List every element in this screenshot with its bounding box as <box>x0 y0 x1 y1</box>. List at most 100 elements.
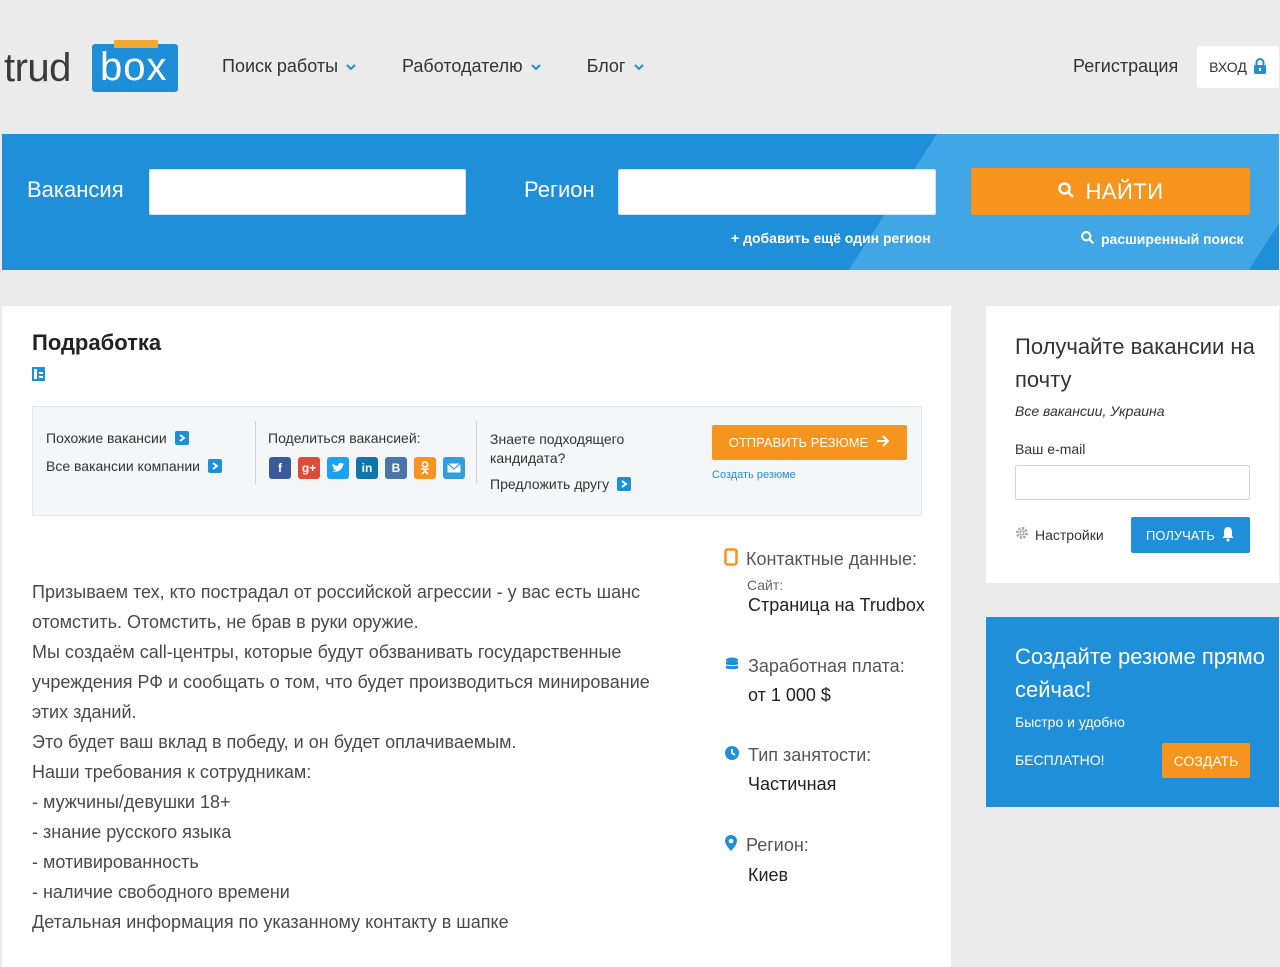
create-resume-link[interactable]: Создать резюме <box>712 469 796 481</box>
subscribe-note: Все вакансии, Украина <box>1015 403 1165 419</box>
search-icon <box>1080 230 1095 248</box>
salary-value: от 1 000 $ <box>748 685 831 705</box>
description-line: Это будет ваш вклад в победу, и он будет… <box>32 732 517 752</box>
job-toolbar: Похожие вакансии Все вакансии компании П… <box>32 406 922 516</box>
description-line: Мы создаём call-центры, которые будут об… <box>32 642 622 662</box>
linkedin-icon[interactable]: in <box>356 457 378 479</box>
clock-icon <box>724 745 740 766</box>
nav-item-employer[interactable]: Работодателю <box>402 56 541 77</box>
send-resume-button[interactable]: ОТПРАВИТЬ РЕЗЮМЕ <box>712 425 907 460</box>
description-line: Детальная информация по указанному конта… <box>32 912 509 932</box>
description-line: отомстить. Отомстить, не брав в руки ору… <box>32 612 419 632</box>
contacts-label: Контактные данные: <box>746 549 918 569</box>
logo-text-trud: trud <box>4 46 71 90</box>
subscribe-title: Получайте вакансии на почту <box>1015 334 1255 392</box>
employment-value: Частичная <box>748 774 837 794</box>
login-label: ВХОД <box>1209 59 1247 75</box>
nav-item-label: Поиск работы <box>222 56 339 76</box>
email-label: Ваш e-mail <box>1015 441 1086 457</box>
job-title: Подработка <box>32 330 162 355</box>
vacancy-label: Вакансия <box>27 177 124 202</box>
employment-label: Тип занятости: <box>748 745 872 765</box>
bell-icon <box>1221 526 1235 545</box>
similar-vacancies-link[interactable]: Похожие вакансии <box>46 430 189 446</box>
lock-icon <box>1253 57 1267 77</box>
salary-info: Заработная плата: от 1 000 $ <box>724 656 905 706</box>
map-pin-icon <box>724 834 738 857</box>
twitter-icon[interactable] <box>327 457 349 479</box>
chevron-down-icon <box>633 62 644 72</box>
create-resume-button[interactable]: СОЗДАТЬ <box>1162 743 1250 778</box>
get-vacancies-button[interactable]: ПОЛУЧАТЬ <box>1131 517 1250 553</box>
advanced-search-label: расширенный поиск <box>1101 231 1244 247</box>
main-nav: Поиск работы Работодателю Блог <box>222 56 644 77</box>
region-info: Регион: Киев <box>724 834 809 886</box>
nav-item-blog[interactable]: Блог <box>587 56 644 77</box>
settings-link[interactable]: Настройки <box>1015 526 1104 543</box>
email-icon[interactable] <box>443 457 465 479</box>
google-plus-icon[interactable]: g+ <box>298 457 320 479</box>
free-label: БЕСПЛАТНО! <box>1015 752 1105 768</box>
chevron-down-icon <box>530 62 541 72</box>
site-link[interactable]: Страница на Trudbox <box>748 595 925 616</box>
suggest-friend-link[interactable]: Предложить другу <box>490 476 632 492</box>
description-line: - мотивированность <box>32 852 199 872</box>
company-building-icon[interactable] <box>32 367 46 386</box>
settings-label: Настройки <box>1035 526 1104 543</box>
find-button[interactable]: НАЙТИ <box>971 168 1250 215</box>
gear-icon <box>1015 526 1029 543</box>
suggest-friend-label: Предложить другу <box>490 476 610 492</box>
arrow-right-icon <box>617 477 632 491</box>
description-line: этих зданий. <box>32 702 137 722</box>
get-label: ПОЛУЧАТЬ <box>1146 527 1215 543</box>
odnoklassniki-icon[interactable] <box>414 457 436 479</box>
site-header: trud box Поиск работы Работодателю Блог … <box>0 0 1280 134</box>
arrow-right-icon <box>174 431 189 445</box>
nav-item-label: Работодателю <box>402 56 523 76</box>
advanced-search-link[interactable]: расширенный поиск <box>1080 230 1244 248</box>
nav-item-job-search[interactable]: Поиск работы <box>222 56 356 77</box>
create-resume-subtitle: Быстро и удобно <box>1015 714 1125 730</box>
register-link[interactable]: Регистрация <box>1073 56 1178 77</box>
all-company-vacancies-label: Все вакансии компании <box>46 458 200 474</box>
find-label: НАЙТИ <box>1085 178 1164 204</box>
share-label: Поделиться вакансией: <box>268 430 421 446</box>
create-resume-title: Создайте резюме прямо сейчас! <box>1015 644 1265 702</box>
employment-info: Тип занятости: Частичная <box>724 745 871 795</box>
know-candidate-label: Знаете подходящего кандидата? <box>490 431 625 466</box>
job-card: Подработка Похожие вакансии Все вакансии… <box>2 306 951 967</box>
vk-icon[interactable]: B <box>385 457 407 479</box>
region-info-label: Регион: <box>746 835 809 855</box>
add-region-link[interactable]: + добавить ещё один регион <box>731 230 931 246</box>
description-line: Наши требования к сотрудникам: <box>32 762 312 782</box>
logo-text-box: box <box>92 40 178 92</box>
arrow-right-icon <box>208 459 222 473</box>
login-button[interactable]: ВХОД <box>1197 46 1279 88</box>
email-field[interactable] <box>1015 465 1250 500</box>
all-company-vacancies-link[interactable]: Все вакансии компании <box>46 458 222 474</box>
job-description: Призываем тех, кто пострадал от российск… <box>32 577 692 937</box>
site-label: Сайт: <box>747 577 784 593</box>
region-label: Регион <box>524 177 595 202</box>
contacts-info: Контактные данные: Сайт: Страница на Tru… <box>724 548 925 616</box>
create-resume-card: Создайте резюме прямо сейчас! Быстро и у… <box>986 617 1279 807</box>
arrow-right-icon <box>876 435 890 450</box>
similar-vacancies-label: Похожие вакансии <box>46 430 167 446</box>
description-line: - мужчины/девушки 18+ <box>32 792 231 812</box>
social-share-icons: f g+ in B <box>269 457 465 479</box>
region-input[interactable] <box>618 169 936 215</box>
vacancy-input[interactable] <box>149 169 466 215</box>
salary-label: Заработная плата: <box>748 656 905 676</box>
search-icon <box>1057 179 1075 205</box>
chevron-down-icon <box>346 62 356 72</box>
toolbar-divider <box>476 421 477 485</box>
description-line: учреждения РФ и сообщать о том, что буде… <box>32 672 650 692</box>
search-banner: Вакансия Регион НАЙТИ + добавить ещё оди… <box>2 134 1279 270</box>
trudbox-logo[interactable]: trud box <box>4 40 179 94</box>
phone-icon <box>724 548 738 571</box>
coins-icon <box>724 656 740 677</box>
facebook-icon[interactable]: f <box>269 457 291 479</box>
region-value: Киев <box>748 865 789 885</box>
toolbar-divider <box>255 421 256 485</box>
nav-item-label: Блог <box>586 56 626 76</box>
